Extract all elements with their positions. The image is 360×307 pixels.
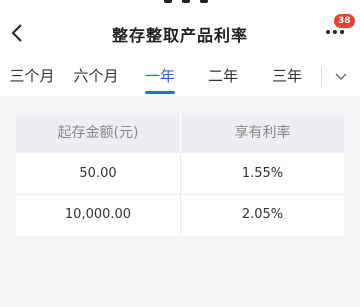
table-cell-amount: 50.00 — [16, 154, 180, 194]
tab-two-years[interactable]: 二年 — [203, 66, 243, 90]
table-cell-amount: 10,000.00 — [16, 195, 180, 235]
tab-six-months[interactable]: 六个月 — [70, 66, 122, 90]
table-header-amount: 起存金额(元) — [16, 113, 180, 153]
status-bar-remnant — [160, 0, 220, 4]
tab-three-months[interactable]: 三个月 — [6, 66, 58, 90]
table-header-rate: 享有利率 — [181, 113, 344, 153]
term-tabs: 三个月 六个月 一年 二年 三年 — [0, 60, 360, 96]
top-nav-bar: 整存整取产品利率 38 — [0, 0, 360, 60]
table-cell-rate: 2.05% — [181, 195, 344, 235]
table-cell-rate: 1.55% — [181, 154, 344, 194]
page-title: 整存整取产品利率 — [111, 26, 248, 45]
active-tab-indicator — [145, 91, 175, 94]
more-dots-icon — [326, 30, 330, 34]
chevron-left-icon — [11, 24, 22, 42]
back-button[interactable] — [2, 18, 32, 48]
tab-one-year[interactable]: 一年 — [140, 66, 180, 90]
notification-badge: 38 — [334, 14, 355, 28]
tabs-expand-button[interactable] — [328, 68, 354, 86]
column-divider — [180, 153, 181, 236]
chevron-down-icon — [335, 73, 347, 80]
tabs-divider — [321, 67, 322, 87]
rate-table: 起存金额(元) 享有利率 50.00 1.55% 10,000.00 2.05% — [16, 113, 344, 236]
tab-three-years[interactable]: 三年 — [267, 66, 307, 90]
